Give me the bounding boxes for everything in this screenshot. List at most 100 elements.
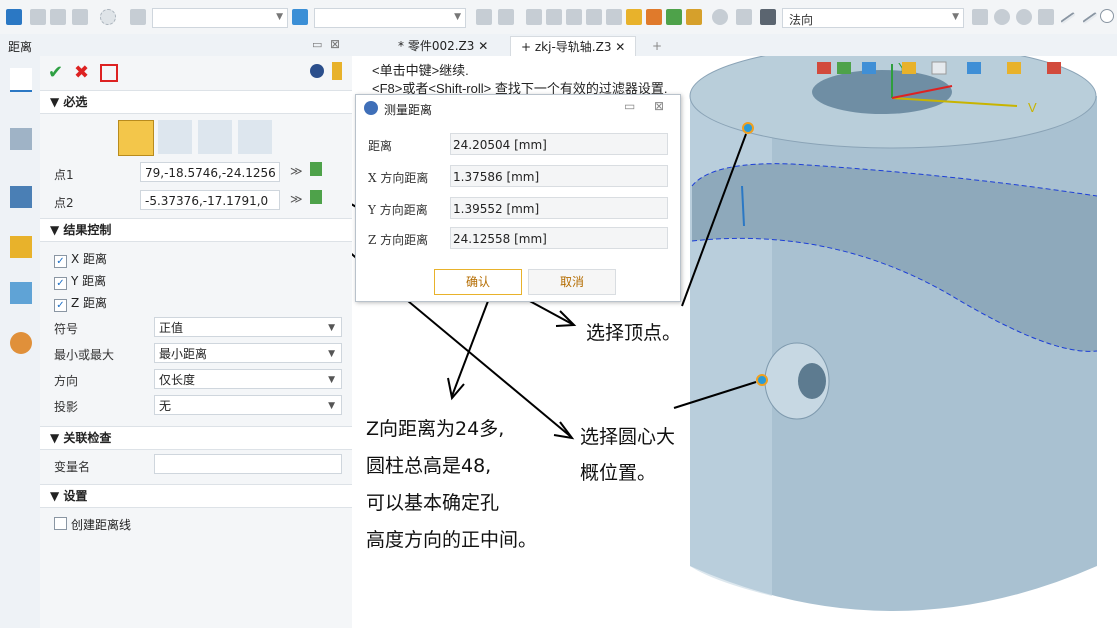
minmax-label: 最小或最大 [54,348,115,362]
point1-pick-icon[interactable] [310,162,322,176]
info-icon[interactable] [310,64,324,78]
center-point-marker[interactable] [756,374,768,386]
tab-guide-shaft[interactable]: + zkj-导轨轴.Z3 ✕ [510,36,637,57]
image-icon[interactable] [10,282,32,304]
check-icon: ✓ [54,277,67,290]
measure-icon [364,101,378,115]
pan-icon[interactable] [736,9,752,25]
tool-b-icon[interactable] [546,9,562,25]
view-direction-combo[interactable]: 法向 ▼ [782,8,964,28]
snap-combo[interactable]: ▼ [314,8,466,28]
view-cube-icon[interactable] [760,9,776,25]
line-icon[interactable] [1060,11,1076,25]
panel-close-icon[interactable]: ⊠ [330,37,340,51]
point-to-line-mode-icon[interactable] [158,120,192,154]
grid-icon[interactable] [476,9,492,25]
tool-g-icon[interactable] [646,9,662,25]
confirm-button[interactable]: 确认 [434,269,522,295]
cancel-button[interactable]: 取消 [528,269,616,295]
minus-icon[interactable] [50,9,66,25]
view-tool-7-icon[interactable] [1007,62,1021,74]
sign-select[interactable]: 正值 ▼ [154,317,342,337]
view-tool-1-icon[interactable] [817,62,831,74]
measure-icon[interactable] [10,68,32,92]
dialog-comment-icon[interactable]: ▭ [624,99,635,113]
sign-label: 符号 [54,322,79,336]
point-to-point-mode-icon[interactable] [118,120,154,156]
point-cloud-icon[interactable] [1038,9,1054,25]
circle-icon[interactable] [1100,9,1114,23]
tool-c-icon[interactable] [566,9,582,25]
section-settings[interactable]: ▼ 设置 [40,484,352,508]
z-distance-row: Z 方向距离 24.12558 [mm] [368,227,668,249]
z-distance-checkbox[interactable]: ✓ Z 距离 [54,294,107,312]
help-icon[interactable] [332,62,342,80]
align-icon[interactable] [498,9,514,25]
direction-select[interactable]: 仅长度 ▼ [154,369,342,389]
tool-a-icon[interactable] [526,9,542,25]
new-tab-button[interactable]: + [642,36,672,56]
tool-h-icon[interactable] [666,9,682,25]
tab-part002[interactable]: * 零件002.Z3 ✕ [388,36,498,56]
projection-label: 投影 [54,400,79,414]
point2-pick-icon[interactable] [310,190,322,204]
user-icon[interactable] [10,332,32,354]
cancel-x-button[interactable]: ✖ [74,62,94,83]
check-icon: ✓ [54,255,67,268]
filter-combo[interactable]: ▼ [152,8,288,28]
y-distance-checkbox[interactable]: ✓ Y 距离 [54,272,106,290]
tool-f-icon[interactable] [626,9,642,25]
view-tool-8-icon[interactable] [1047,62,1061,74]
sphere-icon[interactable] [994,9,1010,25]
box-select-icon[interactable] [72,9,88,25]
dialog-title: 测量距离 [384,103,433,117]
tool-i-icon[interactable] [686,9,702,25]
check-icon: ✓ [54,299,67,312]
tool-d-icon[interactable] [586,9,602,25]
point-to-face-mode-icon[interactable] [198,120,232,154]
dialog-close-icon[interactable]: ⊠ [654,99,664,113]
view-tool-3-icon[interactable] [862,62,876,74]
apply-button[interactable] [100,64,118,82]
snap-icon[interactable] [292,9,308,25]
view-tool-5-icon[interactable] [931,61,947,75]
point1-field[interactable]: 79,-18.5746,-24.1256 [140,162,280,182]
line2-icon[interactable] [1082,11,1098,25]
create-line-checkbox[interactable]: 创建距离线 [54,516,131,533]
point2-field[interactable]: -5.37376,-17.1791,0 [140,190,280,210]
line-to-face-mode-icon[interactable] [238,120,272,154]
section-assoc-check[interactable]: ▼ 关联检查 [40,426,352,450]
projection-select[interactable]: 无 ▼ [154,395,342,415]
filter-icon[interactable] [130,9,146,25]
point2-expand-icon[interactable]: ≫ [290,192,303,206]
tree-icon[interactable] [10,186,32,208]
tool-e-icon[interactable] [606,9,622,25]
ok-check-button[interactable]: ✔ [48,62,68,83]
view-icon[interactable] [10,236,32,258]
panel-restore-icon[interactable]: ▭ [312,38,322,51]
view-tool-4-icon[interactable] [902,62,916,74]
x-distance-value: 1.37586 [mm] [450,165,668,187]
x-distance-checkbox[interactable]: ✓ X 距离 [54,250,107,268]
orbit-icon[interactable] [712,9,728,25]
lasso-icon[interactable] [100,9,116,25]
add-icon[interactable] [30,9,46,25]
section-required[interactable]: ▼ 必选 [40,90,352,114]
vertex-point-marker[interactable] [742,122,754,134]
play-icon[interactable] [1016,9,1032,25]
annotation-center-line-2: 概位置。 [580,462,657,484]
view-tool-6-icon[interactable] [967,62,981,74]
section-result-control[interactable]: ▼ 结果控制 [40,218,352,242]
distance-value: 24.20504 [mm] [450,133,668,155]
annotation-z-line-2: 圆柱总高是48, [366,455,492,477]
point1-expand-icon[interactable]: ≫ [290,164,303,178]
part-icon[interactable] [10,128,32,150]
document-tabs: * 零件002.Z3 ✕ + zkj-导轨轴.Z3 ✕ + [352,34,1117,57]
minmax-select[interactable]: 最小距离 ▼ [154,343,342,363]
var-name-input[interactable] [154,454,342,474]
pointer-icon[interactable] [972,9,988,25]
panel-title: 距离 [8,40,33,54]
view-tool-2-icon[interactable] [837,62,851,74]
annotation-vertex: 选择顶点。 [586,322,682,344]
pick-filter-icon[interactable] [6,9,22,25]
